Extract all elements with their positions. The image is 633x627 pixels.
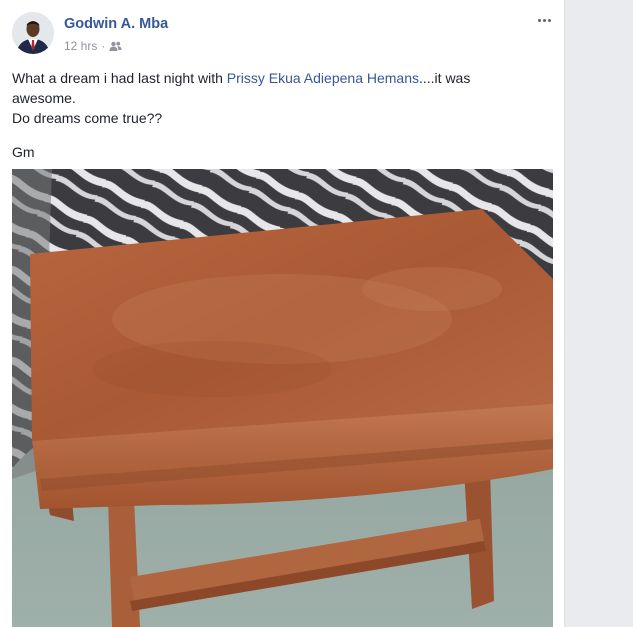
more-options-icon[interactable]	[534, 12, 554, 28]
friends-icon[interactable]	[109, 41, 122, 51]
post-text-part: What a dream i had last night with	[12, 70, 227, 86]
post-text-line-2: Do dreams come true??	[12, 110, 163, 126]
post-text-line-3: Gm	[12, 144, 35, 160]
post-timestamp[interactable]: 12 hrs	[64, 39, 97, 53]
feed-post: Godwin A. Mba 12 hrs · What a dream i ha…	[0, 0, 565, 627]
meta-separator: ·	[101, 39, 106, 53]
author-name[interactable]: Godwin A. Mba	[64, 16, 168, 32]
post-photo[interactable]	[12, 169, 553, 627]
wooden-table-image	[12, 169, 553, 627]
post-meta: 12 hrs ·	[64, 39, 122, 53]
avatar-photo	[12, 12, 54, 54]
mention-link[interactable]: Prissy Ekua Adiepena Hemans	[227, 70, 419, 86]
post-text-line-1: What a dream i had last night with Priss…	[12, 68, 532, 108]
author-avatar[interactable]	[12, 12, 54, 54]
post-text: What a dream i had last night with Priss…	[12, 68, 532, 162]
